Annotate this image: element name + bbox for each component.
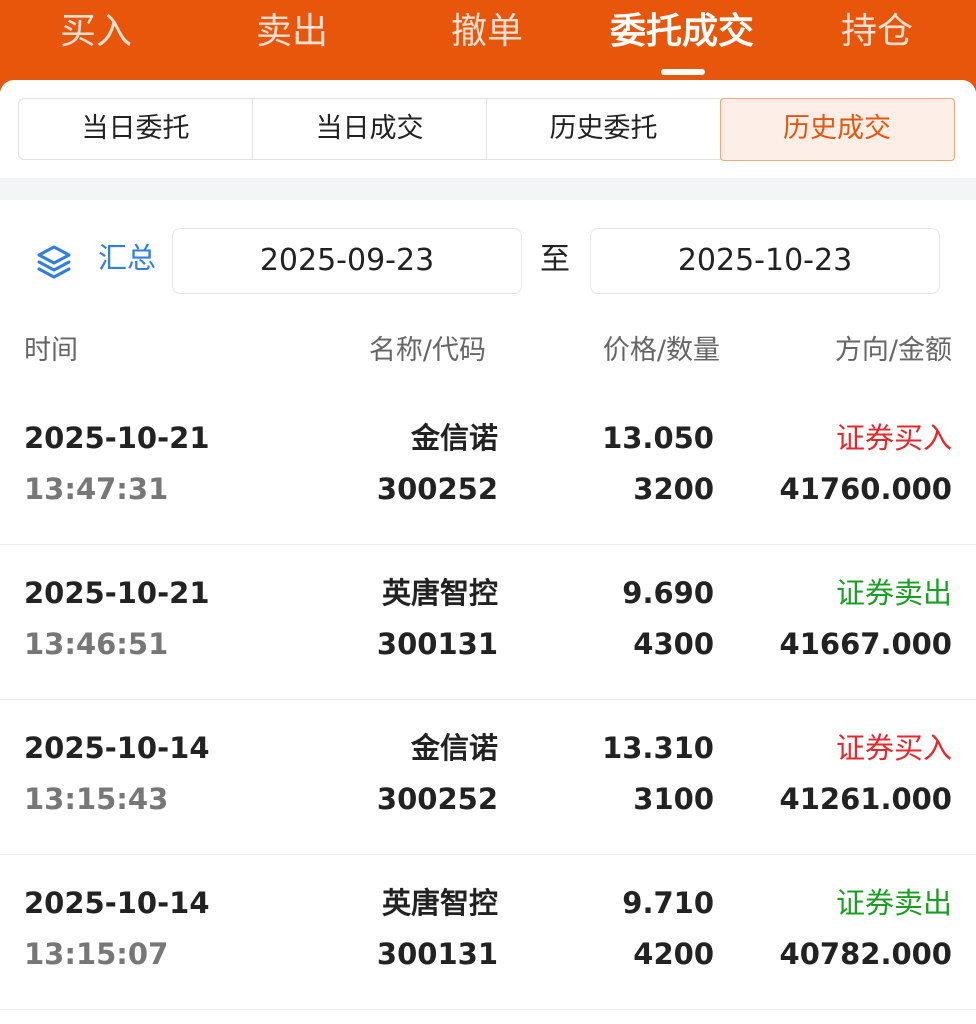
tab-cancel-order[interactable]: 撤单 — [387, 6, 587, 58]
trade-quantity: 4300 — [633, 627, 714, 661]
trade-amount: 41760.000 — [779, 472, 952, 506]
header-price-qty: 价格/数量 — [602, 335, 720, 366]
date-range-separator: 至 — [540, 242, 570, 277]
end-date-field[interactable]: 2025-10-23 — [590, 228, 940, 294]
date-filter-row: 汇总 2025-09-23 至 2025-10-23 — [0, 228, 976, 296]
trade-list: 2025-10-21 13:47:31 金信诺 300252 13.050 32… — [0, 390, 976, 1010]
trade-amount: 41261.000 — [779, 782, 952, 816]
trade-price: 13.050 — [602, 421, 714, 455]
top-bar: 买入 卖出 撤单 委托成交 持仓 — [0, 0, 976, 92]
stock-name: 金信诺 — [410, 731, 498, 765]
tab-orders-trades[interactable]: 委托成交 — [582, 6, 782, 58]
segment-history-trades[interactable]: 历史成交 — [719, 97, 955, 161]
table-row[interactable]: 2025-10-21 13:46:51 英唐智控 300131 9.690 43… — [0, 545, 976, 700]
trade-price: 9.710 — [622, 886, 714, 920]
trade-time: 13:15:43 — [24, 782, 169, 816]
top-nav: 买入 卖出 撤单 委托成交 持仓 — [0, 0, 976, 80]
header-time: 时间 — [24, 335, 78, 366]
tab-sell[interactable]: 卖出 — [192, 6, 392, 58]
stock-name: 英唐智控 — [381, 576, 498, 610]
section-divider — [0, 178, 976, 200]
trade-quantity: 4200 — [633, 937, 714, 971]
trade-price: 13.310 — [602, 731, 714, 765]
active-tab-indicator — [661, 69, 705, 75]
tab-positions[interactable]: 持仓 — [777, 6, 976, 58]
stock-name: 金信诺 — [410, 421, 498, 455]
segment-today-trades[interactable]: 当日成交 — [253, 99, 487, 159]
trade-date: 2025-10-21 — [24, 421, 210, 455]
header-name-code: 名称/代码 — [368, 335, 486, 366]
trade-date: 2025-10-14 — [24, 731, 210, 765]
trade-time: 13:46:51 — [24, 627, 169, 661]
summary-link[interactable]: 汇总 — [98, 238, 156, 278]
stock-name: 英唐智控 — [381, 886, 498, 920]
table-row[interactable]: 2025-10-14 13:15:43 金信诺 300252 13.310 31… — [0, 700, 976, 855]
trade-time: 13:47:31 — [24, 472, 169, 506]
layers-icon[interactable] — [34, 242, 74, 282]
trade-time: 13:15:07 — [24, 937, 169, 971]
tab-buy[interactable]: 买入 — [0, 6, 196, 58]
trade-direction: 证券卖出 — [835, 886, 952, 920]
stock-code: 300131 — [376, 937, 498, 971]
start-date-field[interactable]: 2025-09-23 — [172, 228, 522, 294]
header-direction-amount: 方向/金额 — [834, 335, 952, 366]
trade-direction: 证券买入 — [835, 731, 952, 765]
trade-quantity: 3200 — [633, 472, 714, 506]
table-row[interactable]: 2025-10-21 13:47:31 金信诺 300252 13.050 32… — [0, 390, 976, 545]
content-card: 当日委托 当日成交 历史委托 历史成交 汇总 2025-09-23 至 2025… — [0, 80, 976, 1024]
trade-amount: 40782.000 — [779, 937, 952, 971]
stock-code: 300252 — [376, 472, 498, 506]
table-header: 时间 名称/代码 价格/数量 方向/金额 — [0, 330, 976, 372]
trade-date: 2025-10-14 — [24, 886, 210, 920]
trade-date: 2025-10-21 — [24, 576, 210, 610]
stock-code: 300252 — [376, 782, 498, 816]
trade-direction: 证券卖出 — [835, 576, 952, 610]
table-row[interactable]: 2025-10-14 13:15:07 英唐智控 300131 9.710 42… — [0, 855, 976, 1010]
trade-quantity: 3100 — [633, 782, 714, 816]
segment-today-orders[interactable]: 当日委托 — [19, 99, 253, 159]
stock-code: 300131 — [376, 627, 498, 661]
segment-history-orders[interactable]: 历史委托 — [487, 99, 721, 159]
trade-amount: 41667.000 — [779, 627, 952, 661]
history-segmented-control: 当日委托 当日成交 历史委托 历史成交 — [18, 97, 955, 161]
trade-price: 9.690 — [622, 576, 714, 610]
trade-direction: 证券买入 — [835, 421, 952, 455]
